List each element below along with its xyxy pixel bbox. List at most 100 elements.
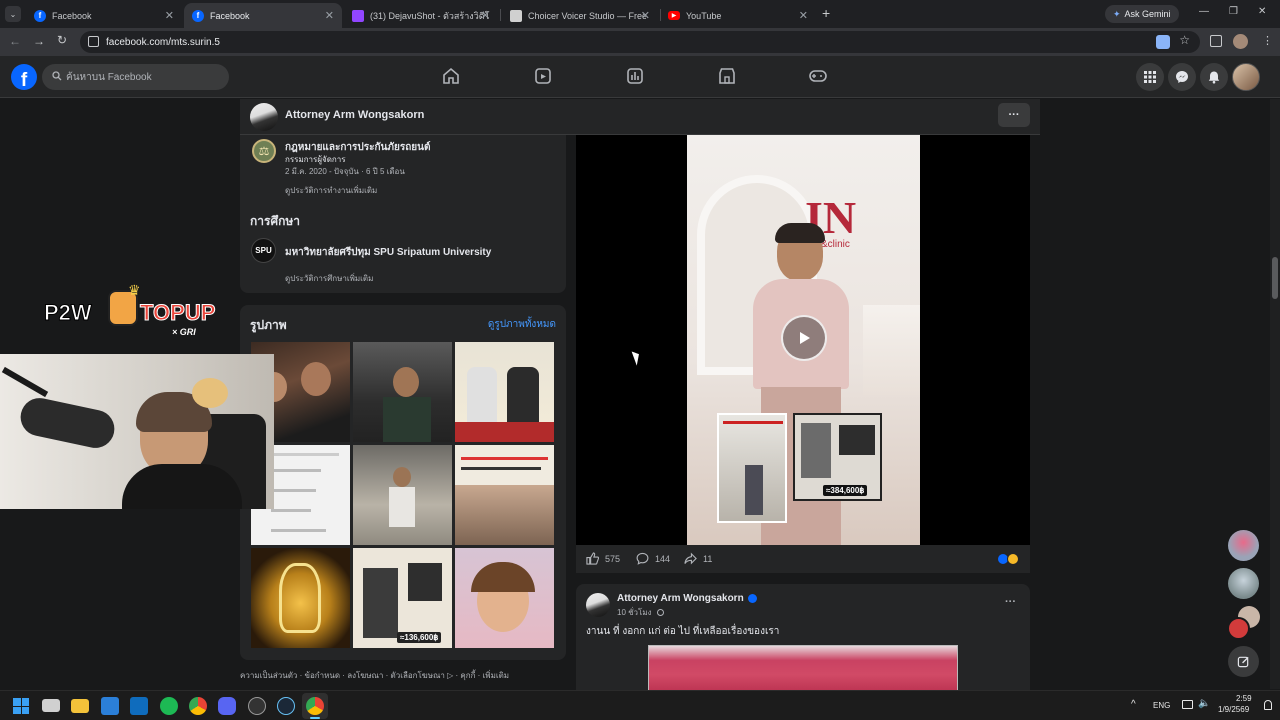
close-icon[interactable]: ✕ xyxy=(325,9,334,22)
steam-icon[interactable] xyxy=(277,697,295,715)
file-explorer-icon[interactable] xyxy=(71,699,89,713)
contact-avatar[interactable] xyxy=(1228,530,1259,561)
ask-gemini-button[interactable]: ✦ Ask Gemini xyxy=(1105,5,1179,23)
discord-icon[interactable] xyxy=(218,697,236,715)
back-button[interactable]: ← xyxy=(9,34,21,48)
chrome-menu-icon[interactable]: ⋮ xyxy=(1262,34,1273,47)
contact-avatar[interactable] xyxy=(1227,617,1250,640)
close-icon[interactable]: ✕ xyxy=(799,9,808,22)
comment-button[interactable]: 144 xyxy=(636,552,670,565)
volume-icon[interactable]: 🔈 xyxy=(1198,698,1210,709)
forward-button[interactable]: → xyxy=(33,34,45,48)
language-indicator[interactable]: ENG xyxy=(1153,701,1170,710)
video-icon[interactable] xyxy=(533,66,555,88)
profile-more-button[interactable]: ··· xyxy=(998,103,1030,127)
photo-thumbnail[interactable] xyxy=(353,342,452,442)
outlook-icon[interactable] xyxy=(130,697,148,715)
browser-tab-strip: ⌄ f Facebook ✕ f Facebook ✕ (31) DejavuS… xyxy=(0,0,1280,28)
close-icon[interactable]: ✕ xyxy=(165,9,174,22)
photo-thumbnail[interactable] xyxy=(251,548,350,648)
photo-thumbnail[interactable] xyxy=(353,445,452,545)
browser-tab-active[interactable]: f Facebook ✕ xyxy=(184,3,342,28)
minimize-button[interactable]: — xyxy=(1199,6,1209,17)
tab-search-button[interactable]: ⌄ xyxy=(5,6,21,22)
store-icon[interactable] xyxy=(101,697,119,715)
browser-tab[interactable]: Choicer Voicer Studio — Free C ✕ xyxy=(502,3,658,28)
home-icon[interactable] xyxy=(441,66,463,88)
notification-bell-icon[interactable] xyxy=(1264,700,1272,710)
tab-title: Choicer Voicer Studio — Free C xyxy=(528,10,646,21)
clock-date[interactable]: 1/9/2569 xyxy=(1218,705,1249,714)
chrome-icon xyxy=(306,697,324,715)
menu-grid-button[interactable] xyxy=(1136,63,1164,91)
browser-tab[interactable]: (31) DejavuShot - ตัวสร้างวิดีโอ - ✕ xyxy=(344,3,498,28)
profile-name[interactable]: Attorney Arm Wongsakorn xyxy=(285,109,424,121)
restore-button[interactable]: ❐ xyxy=(1229,6,1238,17)
post-image[interactable] xyxy=(648,645,958,694)
window-close-button[interactable]: ✕ xyxy=(1258,6,1266,17)
chrome-icon[interactable] xyxy=(189,697,207,715)
reload-button[interactable]: ↻ xyxy=(57,33,67,47)
photo-thumbnail[interactable]: ≈136,600฿ xyxy=(353,548,452,648)
marketplace-icon[interactable] xyxy=(717,66,739,88)
photo-thumbnail[interactable] xyxy=(455,342,554,442)
page-icon xyxy=(510,9,522,22)
work-more-link[interactable]: ดูประวัติการทำงานเพิ่มเติม xyxy=(285,184,377,197)
profile-avatar[interactable] xyxy=(1233,34,1248,49)
play-button[interactable] xyxy=(781,315,827,361)
see-all-photos-link[interactable]: ดูรูปภาพทั้งหมด xyxy=(488,317,556,332)
chrome-active-taskbar[interactable] xyxy=(302,693,328,719)
post-more-button[interactable]: ··· xyxy=(1005,596,1016,608)
video-frame: IN &clinic ≈384,600฿ xyxy=(687,135,920,545)
crown-icon: ♛ xyxy=(128,282,141,298)
site-info-icon[interactable] xyxy=(88,36,99,47)
spotify-icon[interactable] xyxy=(160,697,178,715)
share-button[interactable]: 11 xyxy=(684,552,712,565)
notifications-button[interactable] xyxy=(1200,63,1228,91)
facebook-logo[interactable]: f xyxy=(11,64,37,90)
extensions-icon[interactable] xyxy=(1210,35,1222,47)
school-logo-text: SPU xyxy=(255,246,272,255)
tray-chevron-icon[interactable]: ^ xyxy=(1131,699,1136,710)
photo-thumbnail[interactable] xyxy=(455,548,554,648)
sponsor-logo-overlay: P2W ♛ TOPUP × GRI xyxy=(44,282,239,342)
browser-tab[interactable]: ▶ YouTube ✕ xyxy=(660,3,816,28)
app-icon[interactable] xyxy=(248,697,266,715)
like-button[interactable]: 575 xyxy=(586,552,620,565)
address-bar[interactable]: facebook.com/mts.surin.5 ☆ xyxy=(80,31,1200,53)
photo-thumbnail[interactable] xyxy=(455,445,554,545)
new-tab-button[interactable]: + xyxy=(822,5,830,21)
clock-time[interactable]: 2:59 xyxy=(1236,694,1252,703)
close-icon[interactable]: ✕ xyxy=(641,9,650,22)
footer-links[interactable]: ความเป็นส่วนตัว · ข้อกำหนด · ลงโฆษณา · ต… xyxy=(240,669,570,682)
share-count: 11 xyxy=(703,553,713,564)
video-player[interactable]: IN &clinic ≈384,600฿ xyxy=(576,135,1030,545)
post-author-name[interactable]: Attorney Arm Wongsakorn xyxy=(617,593,757,604)
contact-avatar[interactable] xyxy=(1228,568,1259,599)
reaction-haha-icon[interactable] xyxy=(1007,553,1019,565)
post-author-avatar[interactable] xyxy=(586,593,610,617)
network-icon[interactable] xyxy=(1182,700,1193,709)
search-placeholder: ค้นหาบน Facebook xyxy=(66,71,152,83)
price-tag: ≈384,600฿ xyxy=(823,485,868,496)
school-name[interactable]: มหาวิทยาลัยศรีปทุม SPU Sripatum Universi… xyxy=(285,245,491,260)
scrollbar-thumb[interactable] xyxy=(1272,257,1278,299)
page-scrollbar[interactable] xyxy=(1270,99,1280,689)
webcam-overlay xyxy=(0,354,274,509)
account-avatar[interactable] xyxy=(1232,63,1260,91)
gaming-icon[interactable] xyxy=(808,66,830,88)
translate-icon[interactable] xyxy=(1156,35,1170,49)
messenger-button[interactable] xyxy=(1168,63,1196,91)
education-more-link[interactable]: ดูประวัติการศึกษาเพิ่มเติม xyxy=(285,272,373,285)
post-timestamp[interactable]: 10 ชั่วโมง xyxy=(617,606,664,619)
tab-title: (31) DejavuShot - ตัวสร้างวิดีโอ - xyxy=(370,10,490,21)
facebook-search-input[interactable]: ค้นหาบน Facebook xyxy=(42,64,229,90)
windows-start-icon[interactable] xyxy=(13,698,29,714)
task-view-icon[interactable] xyxy=(42,699,60,712)
new-message-button[interactable] xyxy=(1228,646,1259,677)
bookmark-star-icon[interactable]: ☆ xyxy=(1179,33,1190,47)
feeds-icon[interactable] xyxy=(625,66,647,88)
browser-tab[interactable]: f Facebook ✕ xyxy=(26,3,182,28)
close-icon[interactable]: ✕ xyxy=(481,9,490,22)
profile-avatar-small[interactable] xyxy=(250,103,278,131)
